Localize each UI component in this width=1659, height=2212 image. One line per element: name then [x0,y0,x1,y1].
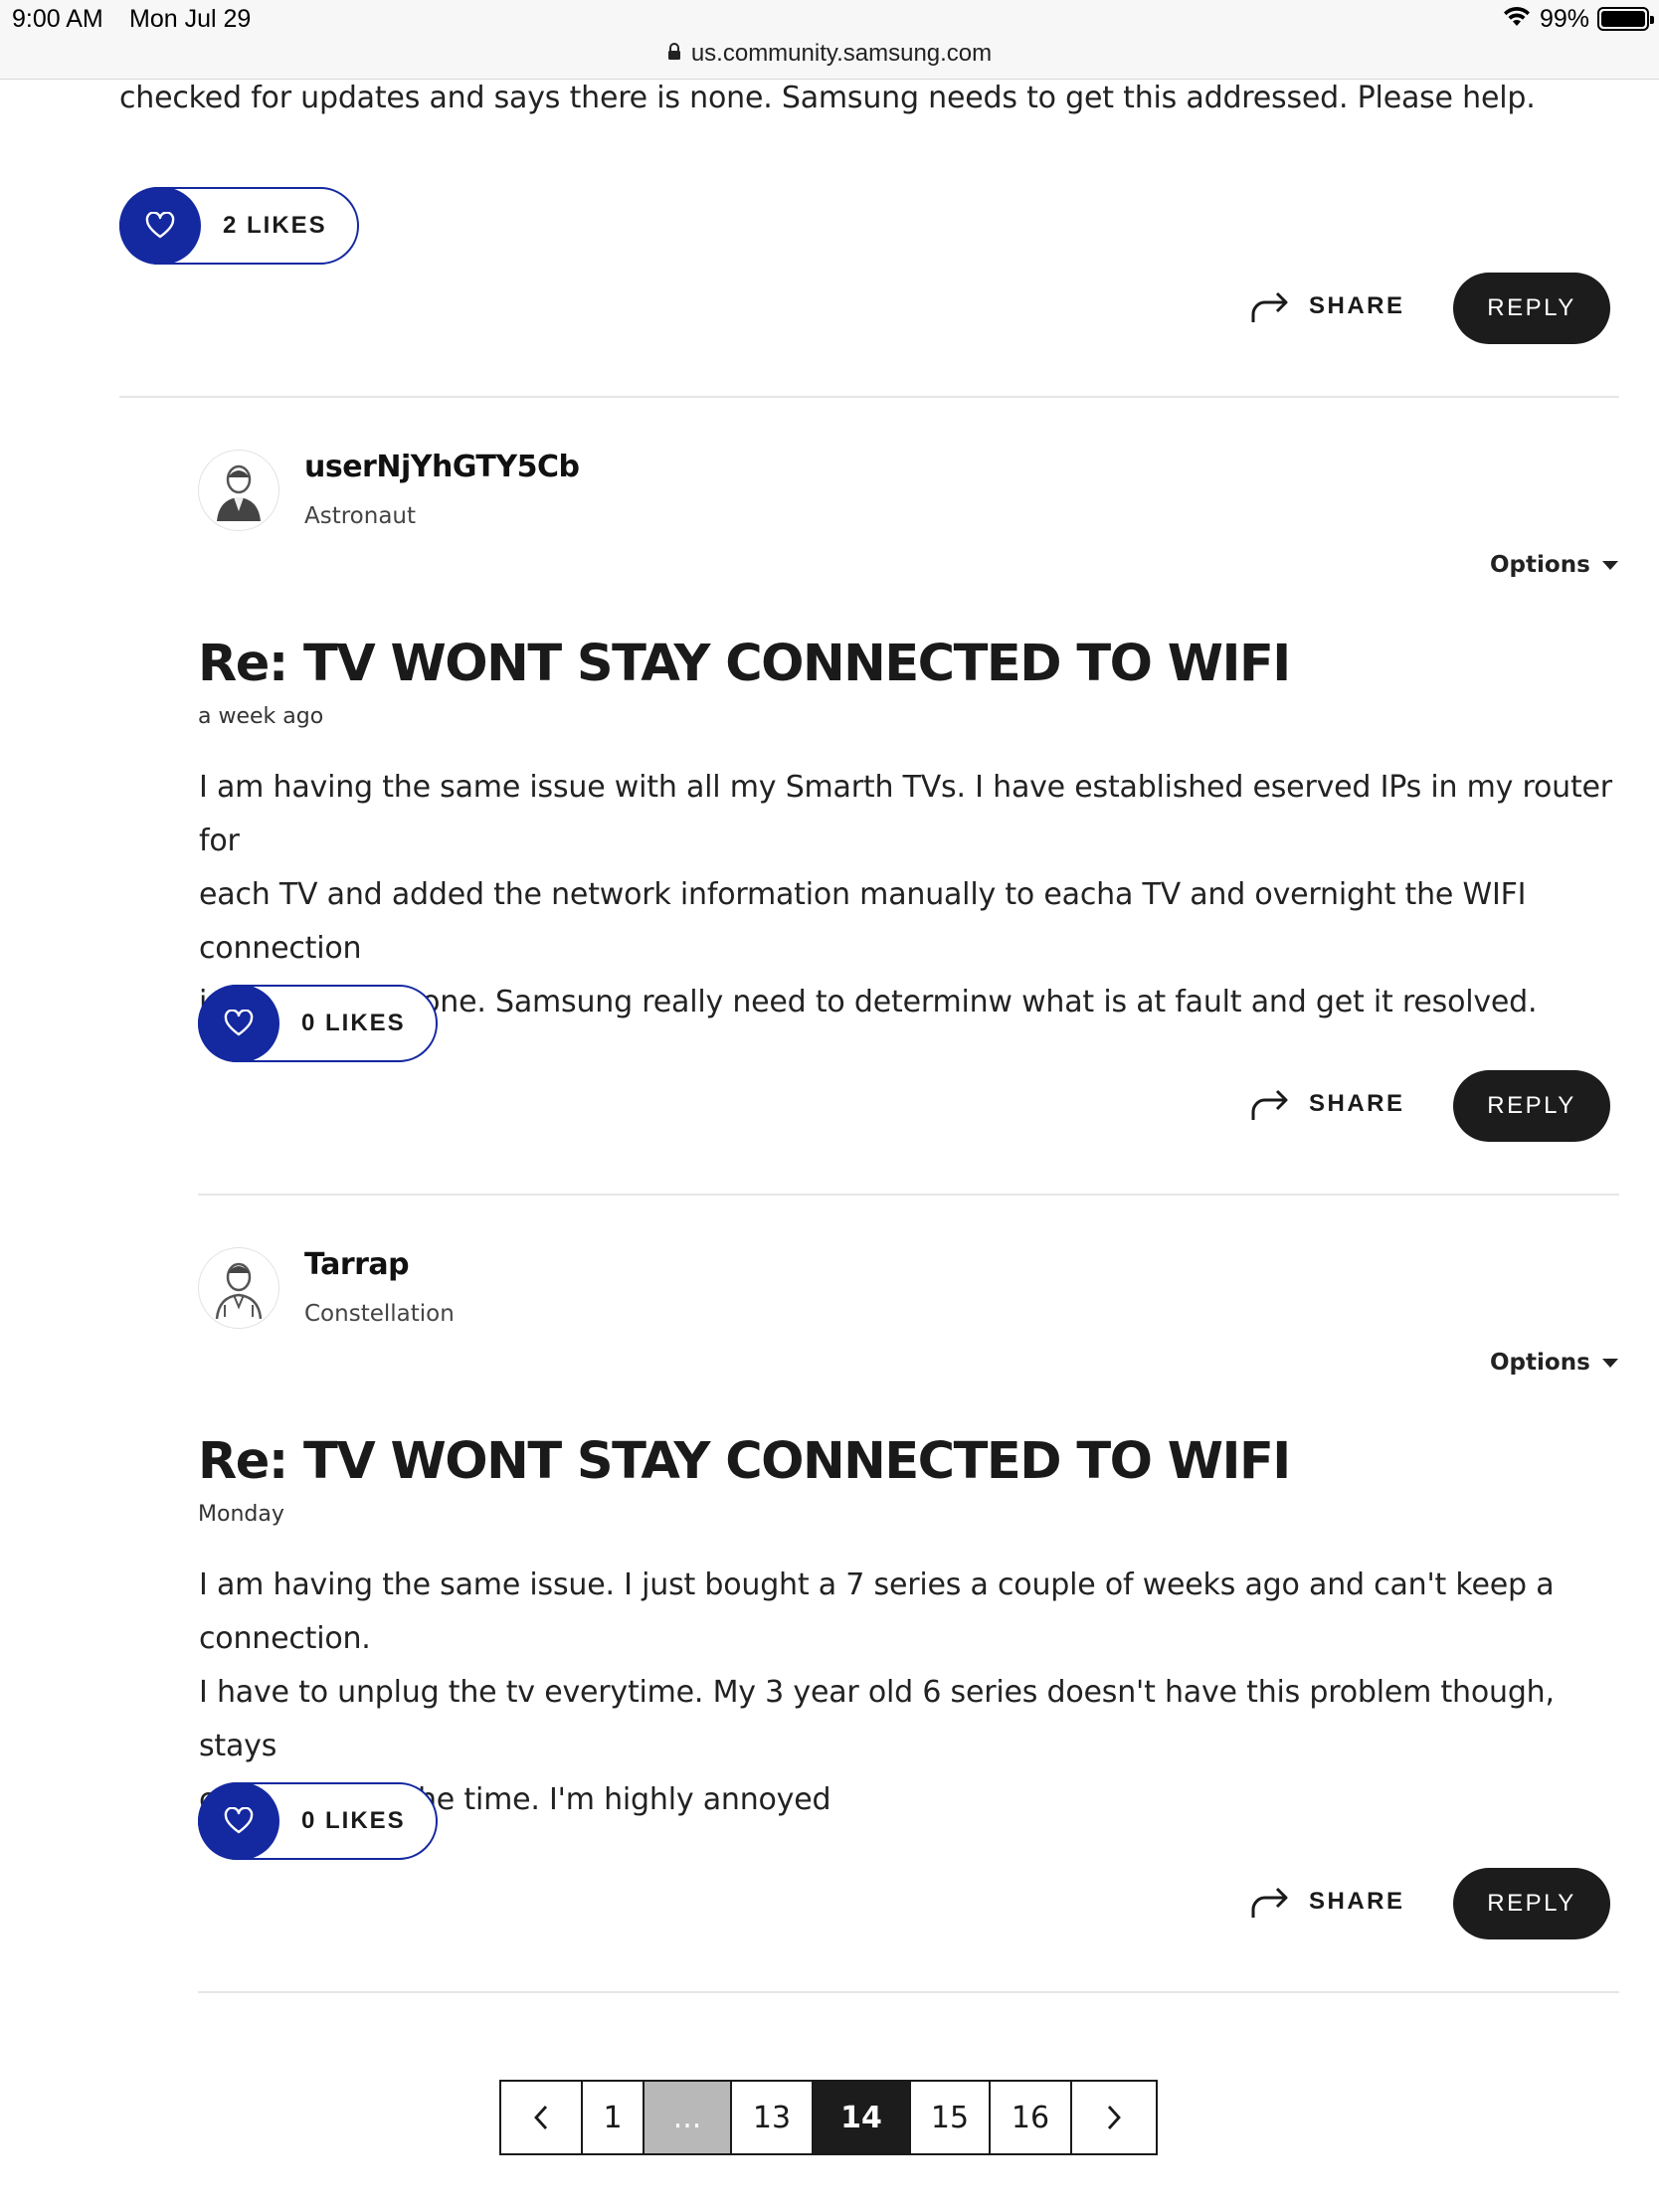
heart-icon [224,1010,254,1036]
post-date: a week ago [198,704,324,729]
previous-page-button[interactable] [501,2082,583,2153]
reply-button[interactable]: REPLY [1453,1070,1610,1142]
post-title: Re: TV WONT STAY CONNECTED TO WIFI [198,1432,1291,1491]
page-link[interactable]: 13 [732,2082,814,2153]
wifi-icon [1502,4,1532,35]
caret-down-icon [1601,560,1618,570]
post-date: Monday [198,1502,284,1527]
options-label: Options [1490,552,1590,578]
chevron-right-icon [1107,2106,1121,2129]
chevron-left-icon [534,2106,548,2129]
share-label: SHARE [1309,292,1405,319]
post-body-line: I am having the same issue. I just bough… [199,1567,1555,1656]
lock-icon [667,40,681,68]
heart-icon [224,1807,254,1834]
status-right: 99% [1502,4,1654,35]
like-circle [119,187,201,265]
likes-count: 0 LIKES [301,1010,406,1036]
share-button[interactable]: SHARE [1249,286,1405,326]
reply-button[interactable]: REPLY [1453,1868,1610,1939]
pagination: 1 ... 13 14 15 16 [499,2080,1158,2155]
address-bar[interactable]: us.community.samsung.com [0,40,1659,68]
page-link[interactable]: 15 [911,2082,991,2153]
post-divider [119,396,1619,398]
like-circle [198,1782,279,1860]
share-label: SHARE [1309,1888,1405,1915]
reply-button[interactable]: REPLY [1453,273,1610,344]
post-divider [198,1991,1619,1993]
likes-count: 0 LIKES [301,1807,406,1834]
username[interactable]: userNjYhGTY5Cb [304,450,580,484]
post-divider [198,1194,1619,1196]
user-avatar-icon [217,464,261,521]
battery-percent: 99% [1539,4,1589,33]
next-page-button[interactable] [1072,2082,1156,2153]
share-icon [1251,1089,1288,1120]
avatar[interactable] [198,1247,279,1329]
user-rank: Constellation [304,1301,455,1327]
share-icon [1251,291,1288,322]
caret-down-icon [1601,1358,1618,1368]
page-current[interactable]: 14 [814,2082,911,2153]
post-body-line: I am having the same issue with all my S… [199,770,1612,858]
page-link[interactable]: 1 [583,2082,645,2153]
like-button[interactable]: 2 LIKES [119,187,359,265]
likes-count: 2 LIKES [223,212,327,239]
share-label: SHARE [1309,1090,1405,1117]
share-button[interactable]: SHARE [1249,1084,1405,1124]
status-date: Mon Jul 29 [129,5,252,33]
heart-icon [145,212,175,239]
share-icon [1251,1887,1288,1918]
post-body-line: I have to unplug the tv everytime. My 3 … [199,1675,1555,1763]
like-button[interactable]: 0 LIKES [198,1782,438,1860]
share-button[interactable]: SHARE [1249,1882,1405,1922]
user-avatar-icon [215,1262,263,1320]
page-ellipsis: ... [645,2082,732,2153]
options-menu[interactable]: Options [1490,1350,1618,1376]
url-text: us.community.samsung.com [690,40,993,67]
post-body-tail: checked for updates and says there is no… [119,81,1536,115]
post-title: Re: TV WONT STAY CONNECTED TO WIFI [198,635,1291,693]
options-label: Options [1490,1350,1590,1376]
status-bar: 9:00 AM Mon Jul 29 99% us.community.sams… [0,0,1659,80]
like-circle [198,985,279,1062]
like-button[interactable]: 0 LIKES [198,985,438,1062]
status-time: 9:00 AM [12,5,103,33]
battery-fill [1601,11,1645,27]
username[interactable]: Tarrap [304,1247,410,1282]
battery-nub [1650,16,1654,24]
options-menu[interactable]: Options [1490,552,1618,578]
avatar[interactable] [198,450,279,531]
user-rank: Astronaut [304,503,417,529]
battery-icon [1597,7,1654,31]
post-body-line: each TV and added the network informatio… [199,877,1527,966]
page-link[interactable]: 16 [991,2082,1072,2153]
